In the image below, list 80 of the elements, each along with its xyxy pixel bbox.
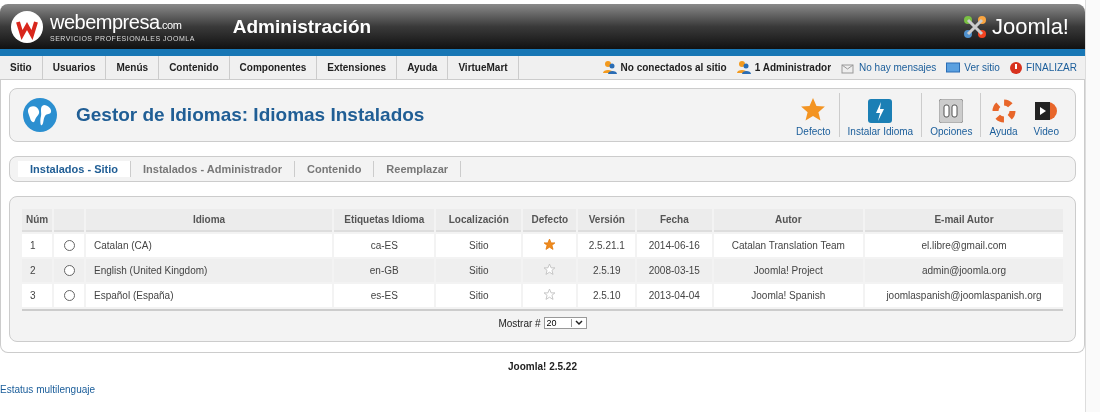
table-cell: 3 — [22, 284, 53, 307]
table-cell: Joomla! Project — [713, 259, 863, 282]
toolbar-button[interactable]: Defecto — [788, 93, 839, 137]
table-cell: Catalan Translation Team — [713, 234, 863, 257]
radio-button[interactable] — [63, 240, 75, 252]
menu-item[interactable]: Extensiones — [317, 56, 398, 79]
column-header: Idioma — [86, 209, 333, 232]
menu-item[interactable]: VirtueMart — [448, 56, 519, 79]
multilanguage-status-link[interactable]: Estatus multilenguaje — [0, 384, 1085, 395]
table-cell: Sitio — [436, 234, 522, 257]
status-link[interactable]: Ver sitio — [946, 62, 1000, 73]
status-label: 1 Administrador — [736, 61, 832, 74]
table-cell: admin@joomla.org — [865, 259, 1063, 282]
menu-item[interactable]: Ayuda — [397, 56, 449, 79]
user-icon — [602, 61, 617, 74]
table-cell: English (United Kingdom) — [86, 259, 333, 282]
logo-icon — [10, 9, 44, 44]
status-link[interactable]: FINALIZAR — [1009, 61, 1077, 74]
mail-icon — [841, 61, 856, 74]
table-cell: 1 — [22, 234, 53, 257]
film-icon — [1034, 99, 1059, 123]
window-title: Administración — [232, 15, 373, 38]
tab[interactable]: Contenido — [294, 161, 375, 177]
column-header: Defecto — [523, 209, 577, 232]
table-cell: 2014-06-16 — [637, 234, 712, 257]
table-cell: 2.5.10 — [578, 284, 636, 307]
table-cell: Joomla! Spanish — [713, 284, 863, 307]
toolbar-button[interactable]: Opciones — [921, 93, 981, 137]
limit-label: Mostrar # — [498, 317, 541, 329]
menu-item[interactable]: Contenido — [159, 56, 230, 79]
table-cell: ca-ES — [334, 234, 435, 257]
table-cell: el.libre@gmail.com — [865, 234, 1063, 257]
column-header: Versión — [578, 209, 636, 232]
lightning-icon — [868, 99, 893, 123]
globe-icon — [22, 97, 58, 133]
table-cell: 2008-03-15 — [637, 259, 712, 282]
table-cell: 2013-04-04 — [637, 284, 712, 307]
lifebuoy-icon — [991, 99, 1016, 123]
column-header: Fecha — [637, 209, 712, 232]
menu-item[interactable]: Usuarios — [42, 56, 107, 79]
user-icon — [736, 61, 751, 74]
table-cell: Sitio — [436, 259, 522, 282]
column-header: E-mail Autor — [865, 209, 1063, 232]
column-header: Localización — [436, 209, 522, 232]
limit-select[interactable]: 20 — [543, 317, 587, 329]
logo-text: webempresa.com — [50, 11, 183, 35]
column-header: Núm — [22, 209, 53, 232]
toolbar-button[interactable]: Ayuda — [980, 93, 1026, 137]
table-cell: 2.5.21.1 — [578, 234, 636, 257]
toolbar-button[interactable]: Instalar Idioma — [838, 93, 922, 137]
version-text: Joomla! 2.5.22 — [507, 361, 578, 372]
menu-item[interactable]: Componentes — [229, 56, 318, 79]
joomla-logo-icon — [961, 13, 988, 40]
menu-item[interactable]: Sitio — [0, 56, 43, 79]
table-cell: en-GB — [334, 259, 435, 282]
column-header: Etiquetas Idioma — [334, 209, 435, 232]
screen-icon — [946, 62, 961, 73]
table-cell: joomlaspanish@joomlaspanish.org — [865, 284, 1063, 307]
column-header: Autor — [713, 209, 863, 232]
caret-icon — [574, 319, 583, 327]
table-cell: 2 — [22, 259, 53, 282]
status-link[interactable]: No hay mensajes — [841, 61, 937, 74]
switches-icon — [939, 99, 964, 123]
toolbar-button[interactable]: Video — [1025, 93, 1067, 137]
tab[interactable]: Instalados - Sitio — [18, 161, 131, 177]
table-cell: 2.5.19 — [578, 259, 636, 282]
power-icon — [1009, 61, 1022, 74]
table-cell: Español (España) — [86, 284, 333, 307]
radio-button[interactable] — [63, 290, 75, 302]
radio-button[interactable] — [63, 265, 75, 277]
tab[interactable]: Instalados - Administrador — [131, 161, 295, 177]
tab[interactable]: Reemplazar — [374, 161, 462, 177]
brand-name: Joomla! — [991, 13, 1069, 40]
table-cell: es-ES — [334, 284, 435, 307]
menu-item[interactable]: Menús — [106, 56, 160, 79]
page-title: Gestor de Idiomas: Idiomas Instalados — [76, 104, 426, 126]
star-icon — [800, 97, 827, 123]
status-label: No conectados al sitio — [602, 61, 727, 74]
table-cell: Sitio — [436, 284, 522, 307]
table-cell: Catalan (CA) — [86, 234, 333, 257]
